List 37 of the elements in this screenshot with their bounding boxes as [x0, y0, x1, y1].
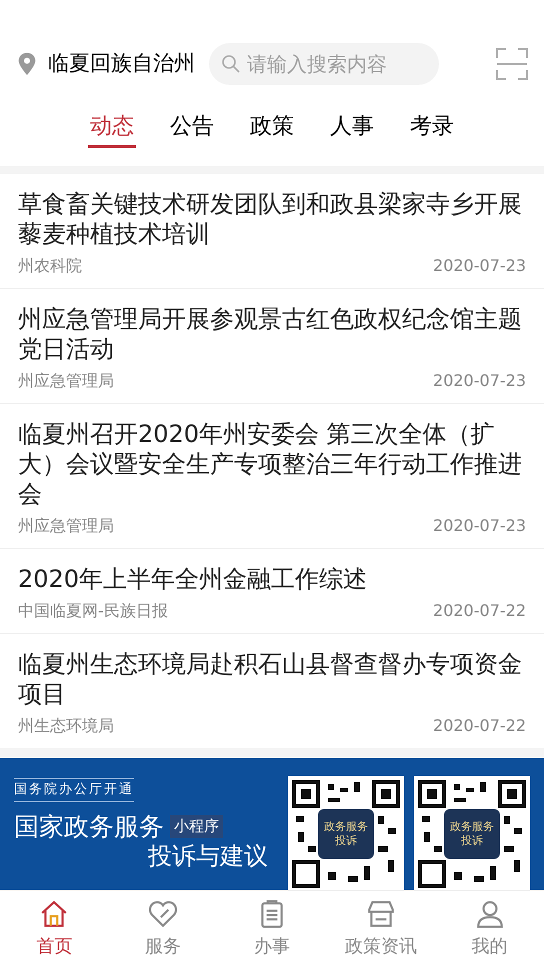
scan-icon[interactable] — [496, 48, 528, 80]
user-icon — [474, 899, 505, 929]
promo-banner[interactable]: 国务院办公厅开通 国家政务服务 小程序 投诉与建议 政务服务投诉 政务服务投诉 — [0, 758, 544, 890]
banner-caption: 国务院办公厅开通 — [14, 778, 134, 802]
banner-subline: 投诉与建议 — [148, 842, 268, 870]
mini-program-tag: 小程序 — [170, 815, 223, 838]
news-title[interactable]: 临夏州生态环境局赴积石山县督查督办专项资金项目 — [18, 649, 526, 709]
news-source: 州农科院 — [18, 255, 82, 277]
category-tab[interactable]: 政策 — [248, 108, 296, 148]
banner-headline: 国家政务服务 — [14, 812, 164, 842]
house-icon — [39, 899, 70, 929]
location-pin-icon — [16, 52, 38, 76]
news-source: 州生态环境局 — [18, 715, 114, 737]
news-title[interactable]: 草食畜关键技术研发团队到和政县梁家寺乡开展藜麦种植技术培训 — [18, 189, 526, 249]
location-label[interactable]: 临夏回族自治州 — [48, 48, 195, 80]
news-title[interactable]: 州应急管理局开展参观景古红色政权纪念馆主题党日活动 — [18, 304, 526, 364]
search-field[interactable]: 请输入搜索内容 — [209, 43, 439, 85]
nav-tab[interactable]: 首页 — [0, 891, 109, 966]
news-title[interactable]: 2020年上半年全州金融工作综述 — [18, 564, 526, 594]
news-source: 中国临夏网-民族日报 — [18, 600, 168, 622]
news-source: 州应急管理局 — [18, 515, 114, 537]
category-tab[interactable]: 考录 — [408, 108, 456, 148]
news-source: 州应急管理局 — [18, 370, 114, 392]
storefront-icon — [366, 899, 396, 929]
heart-tag-icon — [148, 899, 178, 929]
category-tab[interactable]: 公告 — [168, 108, 216, 148]
category-tab[interactable]: 人事 — [328, 108, 376, 148]
news-title[interactable]: 临夏州召开2020年州安委会 第三次全体（扩大）会议暨安全生产专项整治三年行动工作推进会 — [18, 419, 526, 509]
news-date: 2020-07-22 — [433, 715, 526, 737]
news-date: 2020-07-23 — [433, 515, 526, 537]
news-date: 2020-07-23 — [433, 370, 526, 392]
qr-label: 政务服务投诉 — [444, 809, 500, 859]
category-tab[interactable]: 动态 — [88, 108, 136, 148]
search-icon — [221, 54, 241, 74]
news-date: 2020-07-23 — [433, 255, 526, 277]
qr-label: 政务服务投诉 — [318, 809, 374, 859]
news-date: 2020-07-22 — [433, 600, 526, 622]
